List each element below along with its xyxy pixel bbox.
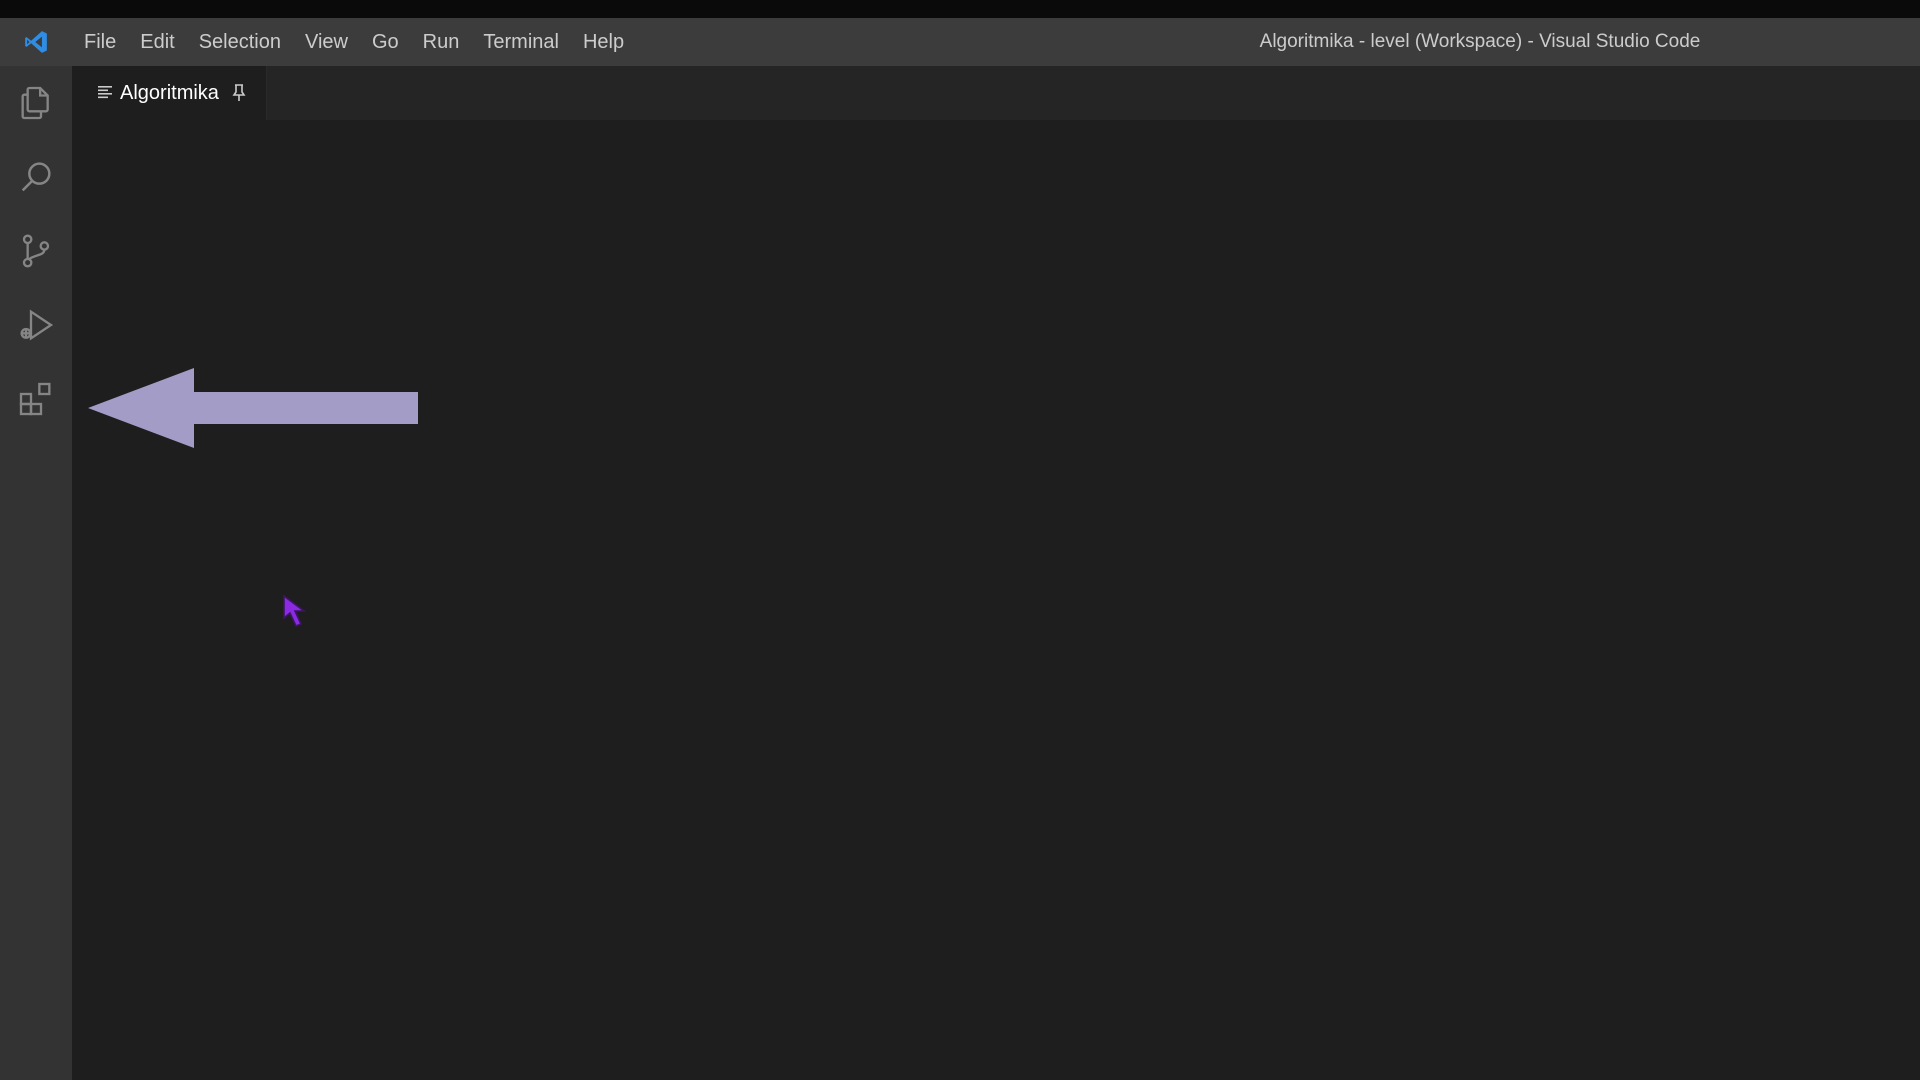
menu-bar: File Edit Selection View Go Run Terminal… — [72, 18, 636, 66]
vscode-window: File Edit Selection View Go Run Terminal… — [0, 0, 1920, 1080]
editor-area[interactable] — [72, 120, 1920, 1080]
tab-algoritmika[interactable]: Algoritmika — [72, 66, 267, 120]
menu-help[interactable]: Help — [571, 18, 636, 66]
left-arrow-annotation-icon — [88, 366, 422, 455]
vscode-logo-icon — [0, 18, 72, 66]
menu-selection[interactable]: Selection — [187, 18, 293, 66]
tab-label: Algoritmika — [120, 81, 219, 104]
mouse-cursor-icon — [282, 594, 314, 637]
menu-file[interactable]: File — [72, 18, 128, 66]
preview-lines-icon — [98, 82, 112, 105]
search-icon[interactable] — [0, 140, 72, 214]
activity-bar — [0, 66, 72, 1080]
extensions-icon[interactable] — [0, 362, 72, 436]
top-strip — [0, 0, 1920, 18]
menu-edit[interactable]: Edit — [128, 18, 186, 66]
menu-run[interactable]: Run — [411, 18, 472, 66]
pin-icon[interactable] — [231, 83, 247, 103]
editor-tab-bar: Algoritmika — [72, 66, 1920, 120]
source-control-icon[interactable] — [0, 214, 72, 288]
menu-terminal[interactable]: Terminal — [471, 18, 571, 66]
window-title: Algoritmika - level (Workspace) - Visual… — [1259, 31, 1701, 52]
menu-go[interactable]: Go — [360, 18, 411, 66]
run-debug-icon[interactable] — [0, 288, 72, 362]
title-bar: File Edit Selection View Go Run Terminal… — [0, 18, 1920, 66]
menu-view[interactable]: View — [293, 18, 360, 66]
explorer-icon[interactable] — [0, 66, 72, 140]
